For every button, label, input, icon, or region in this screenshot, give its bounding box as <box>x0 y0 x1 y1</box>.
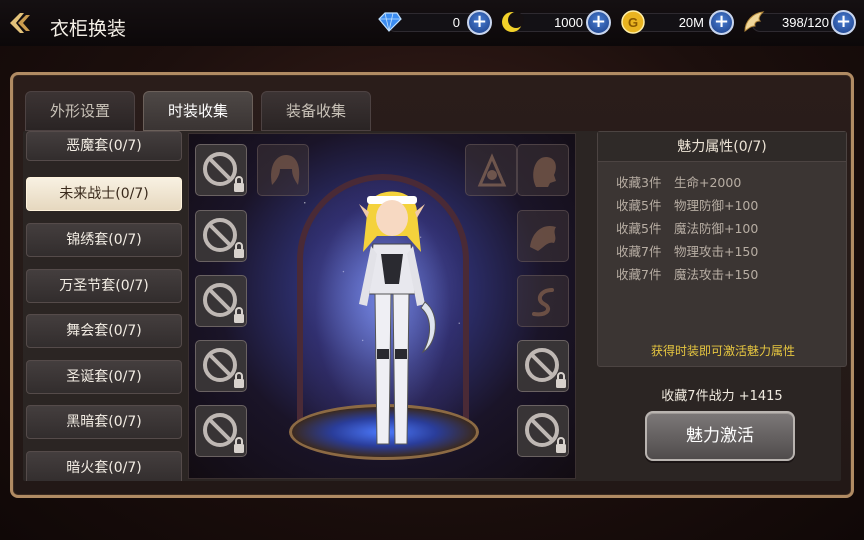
add-crescent-button[interactable]: + <box>586 10 611 35</box>
costume-slot[interactable] <box>517 405 569 457</box>
character-preview[interactable] <box>188 133 576 479</box>
wing-icon <box>741 9 767 35</box>
charm-activate-button[interactable]: 魅力激活 <box>645 411 795 461</box>
charm-hint: 获得时装即可激活魅力属性 <box>650 344 795 358</box>
set-item-demon[interactable]: 恶魔套(0/7) <box>26 131 182 161</box>
tail-icon <box>532 288 554 317</box>
gold-resource: G 20M + <box>620 9 738 35</box>
set-item-future-warrior[interactable]: 未来战士(0/7) <box>26 177 182 211</box>
stamina-resource: 398/120 + <box>741 9 859 35</box>
collection-content: 恶魔套(0/7) 未来战士(0/7) 锦绣套(0/7) 万圣节套(0/7) 舞会… <box>23 131 847 481</box>
bonus-row: 收藏5件 魔法防御+100 <box>616 221 759 236</box>
gold-value: 20M <box>678 15 704 30</box>
page-title: 衣柜换装 <box>50 18 127 40</box>
bonus-row: 收藏3件 生命+2000 <box>616 175 742 190</box>
costume-slot[interactable] <box>517 340 569 392</box>
add-stamina-button[interactable]: + <box>831 10 856 35</box>
tab-fashion-collection[interactable]: 时装收集 <box>143 91 253 131</box>
costume-slot[interactable] <box>465 144 517 196</box>
stamina-value: 398/120 <box>782 15 829 30</box>
costume-slot[interactable] <box>195 275 247 327</box>
tab-equipment-collection[interactable]: 装备收集 <box>261 91 371 131</box>
top-bar: 衣柜换装 0 + 1000 + G 20M + 398/120 + <box>0 0 864 46</box>
wardrobe-panel: 外形设置 时装收集 装备收集 恶魔套(0/7) 未来战士(0/7) 锦绣套(0/… <box>10 72 854 498</box>
locked-slot-icon <box>203 348 244 388</box>
aura-icon <box>477 153 507 187</box>
crescent-resource: 1000 + <box>499 9 617 35</box>
add-diamond-button[interactable]: + <box>467 10 492 35</box>
set-item-darkness[interactable]: 黑暗套(0/7) <box>26 405 182 439</box>
costume-slot[interactable] <box>195 340 247 392</box>
diamond-resource: 0 + <box>376 9 494 35</box>
charm-title: 魅力属性(0/7) <box>598 132 846 162</box>
set-item-ball[interactable]: 舞会套(0/7) <box>26 314 182 348</box>
set-item-christmas[interactable]: 圣诞套(0/7) <box>26 360 182 394</box>
costume-slot[interactable] <box>257 144 309 196</box>
svg-text:G: G <box>628 15 638 30</box>
costume-slot[interactable] <box>517 144 569 196</box>
bonus-row: 收藏5件 物理防御+100 <box>616 198 759 213</box>
costume-slot[interactable] <box>195 144 247 196</box>
set-item-halloween[interactable]: 万圣节套(0/7) <box>26 269 182 303</box>
gold-coin-icon: G <box>620 9 646 35</box>
locked-slot-icon <box>525 348 566 388</box>
bonus-row: 收藏7件 物理攻击+150 <box>616 244 759 259</box>
add-gold-button[interactable]: + <box>709 10 734 35</box>
collection-power: 收藏7件战力 +1415 <box>661 389 783 404</box>
set-item-dark-fire[interactable]: 暗火套(0/7) <box>26 451 182 481</box>
costume-slot[interactable] <box>195 405 247 457</box>
costume-slot[interactable] <box>517 275 569 327</box>
set-list[interactable]: 恶魔套(0/7) 未来战士(0/7) 锦绣套(0/7) 万圣节套(0/7) 舞会… <box>23 131 193 481</box>
tab-appearance[interactable]: 外形设置 <box>25 91 135 131</box>
locked-slot-icon <box>203 218 244 258</box>
locked-slot-icon <box>203 413 244 453</box>
hair-icon <box>530 225 556 251</box>
face-icon <box>533 157 556 187</box>
locked-slot-icon <box>203 283 244 323</box>
bonus-row: 收藏7件 魔法攻击+150 <box>616 267 759 282</box>
character-model <box>359 191 436 445</box>
costume-slot[interactable] <box>517 210 569 262</box>
costume-slot[interactable] <box>195 210 247 262</box>
back-arrow-icon[interactable] <box>6 10 36 36</box>
blue-diamond-icon <box>376 9 402 35</box>
set-item-brocade[interactable]: 锦绣套(0/7) <box>26 223 182 257</box>
yellow-crescent-icon <box>499 9 525 35</box>
charm-attributes-panel: 魅力属性(0/7) 收藏3件 生命+2000 收藏5件 物理防御+100 收藏5件魔… <box>597 131 847 367</box>
diamond-value: 0 <box>452 15 460 30</box>
locked-slot-icon <box>525 413 566 453</box>
hair-silhouette-icon <box>271 155 300 185</box>
locked-slot-icon <box>203 152 244 192</box>
crescent-value: 1000 <box>554 15 583 30</box>
